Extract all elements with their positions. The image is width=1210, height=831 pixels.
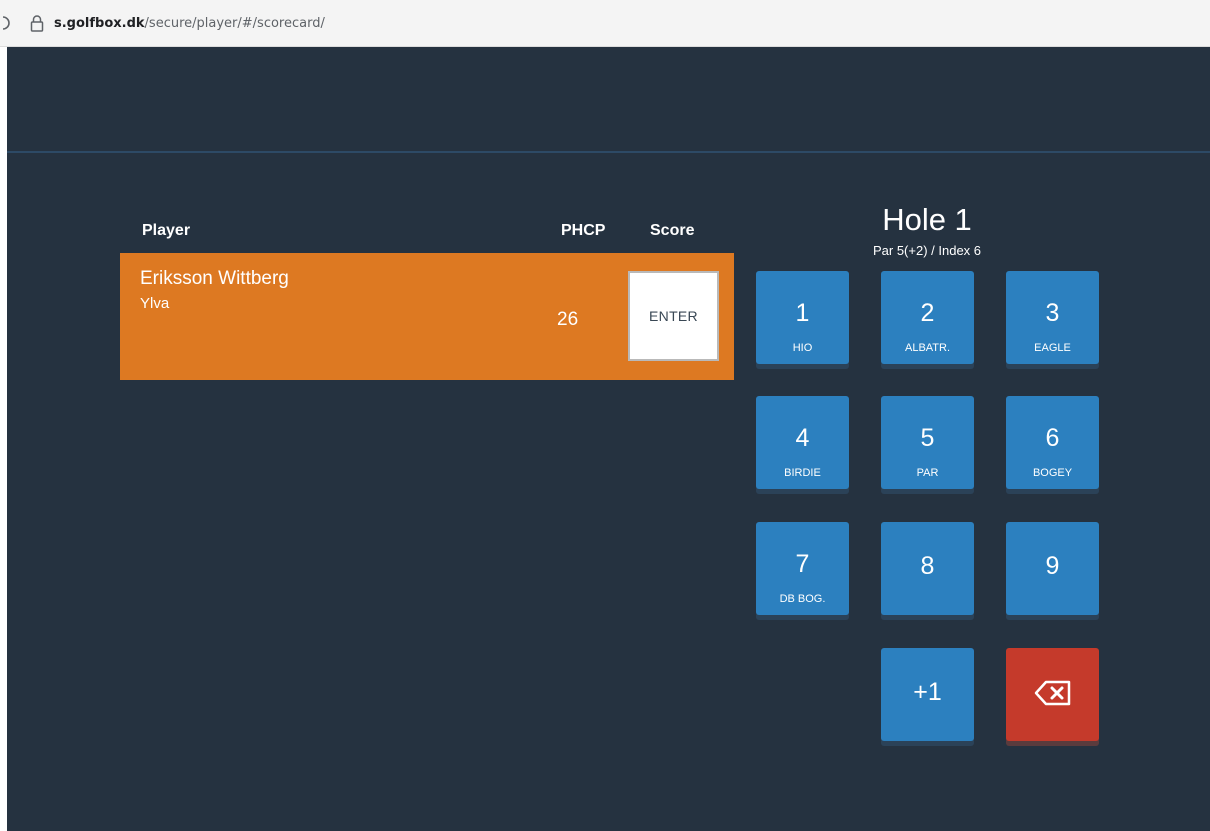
key-number: 4 <box>795 424 810 452</box>
delete-button[interactable] <box>1006 648 1099 741</box>
key-5-button[interactable]: 5 PAR <box>881 396 974 489</box>
key-number: 8 <box>920 552 935 580</box>
score-enter-button[interactable]: ENTER <box>628 271 719 361</box>
key-8-button[interactable]: 8 <box>881 522 974 615</box>
player-phcp: 26 <box>557 309 579 330</box>
key-label: BOGEY <box>1032 467 1073 479</box>
key-7-button[interactable]: 7 DB BOG. <box>756 522 849 615</box>
key-label: PAR <box>916 467 939 479</box>
key-label: BIRDIE <box>784 467 821 479</box>
hole-title: Hole 1 <box>882 202 972 237</box>
key-label: DB BOG. <box>779 593 826 605</box>
key-label: ALBATR. <box>904 342 951 354</box>
column-header-player: Player <box>142 222 191 239</box>
key-1-button[interactable]: 1 HIO <box>756 271 849 364</box>
key-number: 7 <box>795 550 810 578</box>
plus-one-button[interactable]: +1 <box>881 648 974 741</box>
key-number: 6 <box>1045 424 1060 452</box>
player-row[interactable]: Eriksson Wittberg Ylva 26 ENTER <box>120 253 734 380</box>
player-last-name: Eriksson Wittberg <box>140 268 289 289</box>
header-divider <box>7 151 1210 153</box>
key-number: +1 <box>913 678 942 706</box>
key-number: 2 <box>920 299 935 327</box>
key-number: 3 <box>1045 299 1060 327</box>
key-4-button[interactable]: 4 BIRDIE <box>756 396 849 489</box>
key-6-button[interactable]: 6 BOGEY <box>1006 396 1099 489</box>
column-header-score: Score <box>650 222 695 239</box>
url-text[interactable]: s.golfbox.dk/secure/player/#/scorecard/ <box>54 16 325 31</box>
key-label: EAGLE <box>1034 342 1071 354</box>
player-first-name: Ylva <box>140 295 170 312</box>
key-label: HIO <box>792 342 813 354</box>
hole-subtitle: Par 5(+2) / Index 6 <box>872 243 982 258</box>
key-number: 1 <box>795 299 810 327</box>
url-path: /secure/player/#/scorecard/ <box>144 16 325 31</box>
browser-address-bar[interactable]: s.golfbox.dk/secure/player/#/scorecard/ <box>0 0 1210 47</box>
backspace-icon <box>1034 680 1071 706</box>
column-header-phcp: PHCP <box>561 222 606 239</box>
key-3-button[interactable]: 3 EAGLE <box>1006 271 1099 364</box>
key-2-button[interactable]: 2 ALBATR. <box>881 271 974 364</box>
key-9-button[interactable]: 9 <box>1006 522 1099 615</box>
key-number: 9 <box>1045 552 1060 580</box>
reload-icon[interactable] <box>2 16 10 30</box>
url-host: s.golfbox.dk <box>54 16 145 31</box>
lock-icon[interactable] <box>30 15 44 32</box>
scorecard-app: Player PHCP Score Eriksson Wittberg Ylva… <box>7 47 1210 831</box>
key-number: 5 <box>920 424 935 452</box>
